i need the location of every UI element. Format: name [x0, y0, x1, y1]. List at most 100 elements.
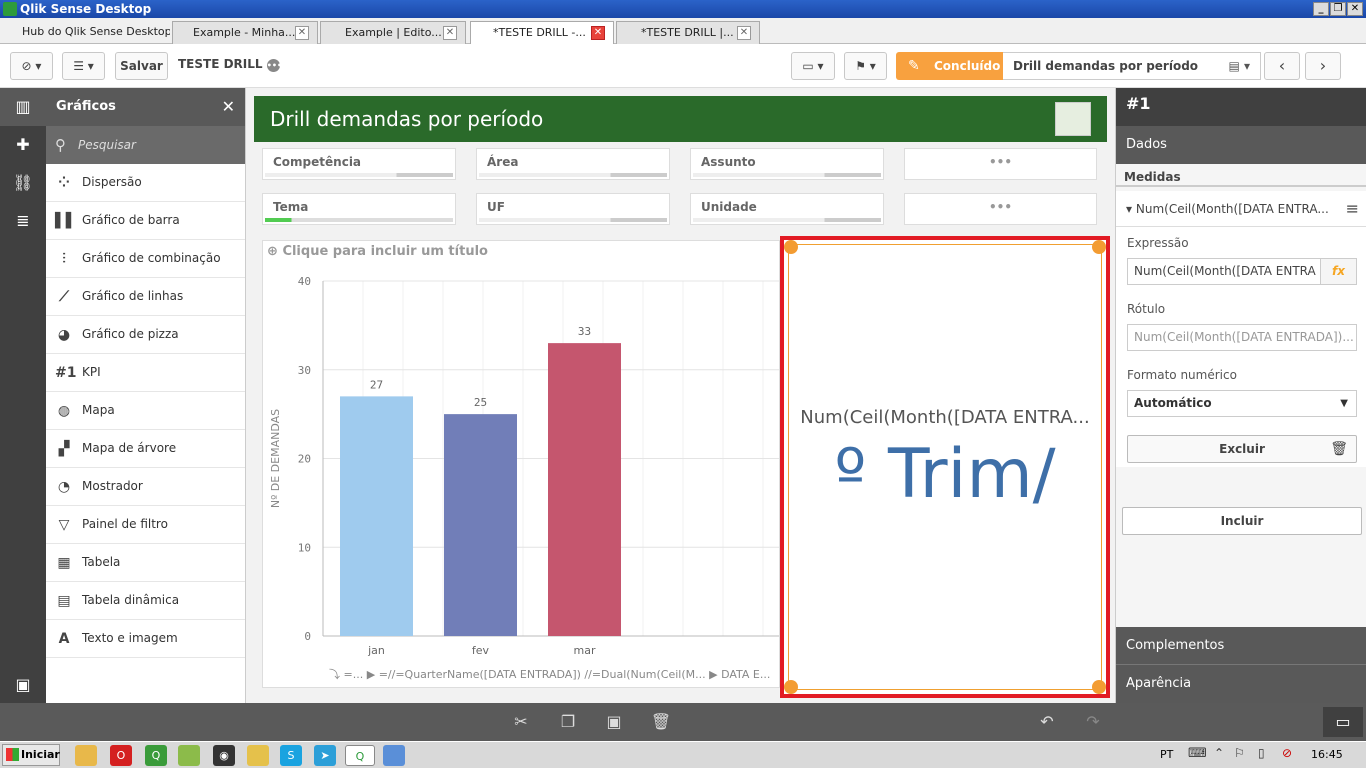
tab-teste-drill-2[interactable]: *TESTE DRILL |... ✕ [616, 21, 760, 44]
filter-field[interactable]: UF [476, 193, 670, 225]
drill-step[interactable]: DATA E... [721, 668, 770, 681]
app-icon[interactable] [178, 745, 200, 766]
chart-type-item[interactable]: ▽ Painel de filtro [46, 506, 245, 544]
chart-type-item[interactable]: ▦ Tabela [46, 544, 245, 582]
chart-title-placeholder[interactable]: ⊕ Clique para incluir um título [267, 244, 488, 259]
language-indicator[interactable]: PT [1160, 748, 1173, 761]
qlikview-icon[interactable]: Q [145, 745, 167, 766]
master-items-link-icon[interactable]: ⛓ [0, 164, 46, 202]
tab-example-editor[interactable]: Example | Edito... ✕ [320, 21, 466, 44]
close-tab-icon[interactable]: ✕ [295, 26, 309, 40]
chart-type-item[interactable]: ◍ Mapa [46, 392, 245, 430]
fields-database-icon[interactable]: ≣ [0, 202, 46, 240]
copy-icon[interactable]: ❐ [557, 711, 579, 733]
drill-step[interactable]: =//=QuarterName([DATA ENTRADA]) //=Dual(… [379, 668, 706, 681]
app-icon[interactable]: ◉ [213, 745, 235, 766]
filter-field[interactable]: Unidade [690, 193, 884, 225]
redo-icon[interactable]: ↷ [1082, 711, 1104, 733]
undo-icon[interactable]: ↶ [1036, 711, 1058, 733]
action-center-flag-icon[interactable]: ⚐ [1234, 746, 1245, 760]
close-tab-icon[interactable]: ✕ [737, 26, 751, 40]
bar-chart-object[interactable]: ⊕ Clique para incluir um título 0 10 20 30 4… [262, 240, 780, 688]
cut-icon[interactable]: ✂ [510, 711, 532, 733]
tab-hub[interactable]: Hub do Qlik Sense Desktop [2, 21, 170, 44]
filter-more-button[interactable]: ••• [904, 193, 1097, 225]
bookmark-button[interactable]: ⚑ ▾ [844, 52, 887, 80]
chart-type-item[interactable]: ⫶ Gráfico de combinação [46, 240, 245, 278]
filter-field[interactable]: Área [476, 148, 670, 180]
chart-type-item[interactable]: ▌▌ Gráfico de barra [46, 202, 245, 240]
filter-more-button[interactable]: ••• [904, 148, 1097, 180]
number-format-select[interactable]: Automático ▼ [1127, 390, 1357, 417]
label-input[interactable]: Num(Ceil(Month([DATA ENTRADA])... [1127, 324, 1357, 351]
navigation-menu-button[interactable]: ⊘ ▾ [10, 52, 53, 80]
filter-field[interactable]: Assunto [690, 148, 884, 180]
addons-section-header[interactable]: Complementos [1116, 627, 1366, 665]
skype-icon[interactable]: S [280, 745, 302, 766]
resize-handle[interactable] [784, 240, 798, 254]
chart-type-item[interactable]: #1 KPI [46, 354, 245, 392]
tab-example-minha[interactable]: Example - Minha... ✕ [172, 21, 318, 44]
toggle-properties-icon[interactable]: ▭ [1323, 707, 1363, 737]
add-measure-button[interactable]: Incluir [1122, 507, 1362, 535]
fx-icon[interactable]: fx [1320, 259, 1356, 284]
chart-type-item[interactable]: ▤ Tabela dinâmica [46, 582, 245, 620]
done-button[interactable]: ✎ Concluído [896, 52, 1003, 80]
previous-sheet-button[interactable]: ‹ [1264, 52, 1300, 80]
delete-icon[interactable]: 🗑 [650, 711, 672, 733]
close-window-button[interactable]: ✕ [1347, 2, 1363, 16]
filter-field[interactable]: Competência [262, 148, 456, 180]
save-button[interactable]: Salvar [115, 52, 168, 80]
close-panel-icon[interactable]: ✕ [222, 88, 235, 126]
story-button[interactable]: ▭ ▾ [791, 52, 835, 80]
kpi-object-selected[interactable]: Num(Ceil(Month([DATA ENTRA... º Trim/ [780, 236, 1110, 698]
tab-teste-drill-active[interactable]: *TESTE DRILL -... ✕ [470, 21, 614, 44]
window-title: Qlik Sense Desktop [20, 2, 152, 16]
expression-input[interactable]: Num(Ceil(Month([DATA ENTRA fx [1127, 258, 1357, 285]
close-tab-icon[interactable]: ✕ [443, 26, 457, 40]
close-tab-icon[interactable]: ✕ [591, 26, 605, 40]
measure-item[interactable]: ▾ Num(Ceil(Month([DATA ENTRA... ≡ [1116, 191, 1366, 227]
minimize-button[interactable]: _ [1313, 2, 1329, 16]
chart-type-item[interactable]: A Texto e imagem [46, 620, 245, 658]
chart-type-label: Mapa [82, 403, 115, 417]
data-section-header[interactable]: Dados [1116, 126, 1366, 164]
chart-type-item[interactable]: ◔ Mostrador [46, 468, 245, 506]
extensions-tab-icon[interactable]: ✚ [0, 126, 46, 164]
next-sheet-button[interactable]: › [1305, 52, 1341, 80]
paste-icon[interactable]: ▣ [603, 711, 625, 733]
resize-handle[interactable] [1092, 680, 1106, 694]
chart-type-item[interactable]: ⁘ Dispersão [46, 164, 245, 202]
chart-type-item[interactable]: ▞ Mapa de árvore [46, 430, 245, 468]
clock[interactable]: 16:45 [1311, 748, 1343, 761]
chart-type-item[interactable]: ⟋ Gráfico de linhas [46, 278, 245, 316]
drag-handle-icon[interactable]: ≡ [1346, 191, 1359, 227]
notepad-icon[interactable] [247, 745, 269, 766]
delete-measure-button[interactable]: Excluir 🗑 [1127, 435, 1357, 463]
battery-icon[interactable]: ▯ [1258, 746, 1265, 760]
filter-field[interactable]: Tema [262, 193, 456, 225]
opera-icon[interactable]: O [110, 745, 132, 766]
charts-tab-icon[interactable]: ▥ [0, 88, 46, 126]
start-button[interactable]: Iniciar [2, 744, 60, 766]
more-info-icon[interactable]: ••• [266, 59, 282, 72]
file-explorer-icon[interactable] [75, 745, 97, 766]
drill-step[interactable]: =... [344, 668, 364, 681]
global-menu-button[interactable]: ☰ ▾ [62, 52, 105, 80]
filter-label: Área [487, 155, 519, 169]
assets-search[interactable]: ⚲ Pesquisar [46, 126, 245, 164]
appearance-section-header[interactable]: Aparência [1116, 665, 1366, 703]
search-icon: ⚲ [55, 136, 66, 154]
restore-button[interactable]: ❐ [1330, 2, 1346, 16]
chart-type-item[interactable]: ◕ Gráfico de pizza [46, 316, 245, 354]
app-icon[interactable] [383, 745, 405, 766]
qlik-sense-taskbar-icon[interactable]: Q [345, 745, 375, 766]
show-hidden-icons-icon[interactable]: ⌃ [1214, 746, 1224, 760]
source-view-icon[interactable]: ▣ [0, 666, 46, 704]
resize-handle[interactable] [784, 680, 798, 694]
keyboard-icon[interactable]: ⌨ [1188, 746, 1207, 761]
telegram-icon[interactable]: ➤ [314, 745, 336, 766]
sheet-selector[interactable]: Drill demandas por período ▤ ▾ [1003, 52, 1261, 80]
resize-handle[interactable] [1092, 240, 1106, 254]
volume-muted-icon[interactable]: ⊘ [1282, 746, 1292, 760]
